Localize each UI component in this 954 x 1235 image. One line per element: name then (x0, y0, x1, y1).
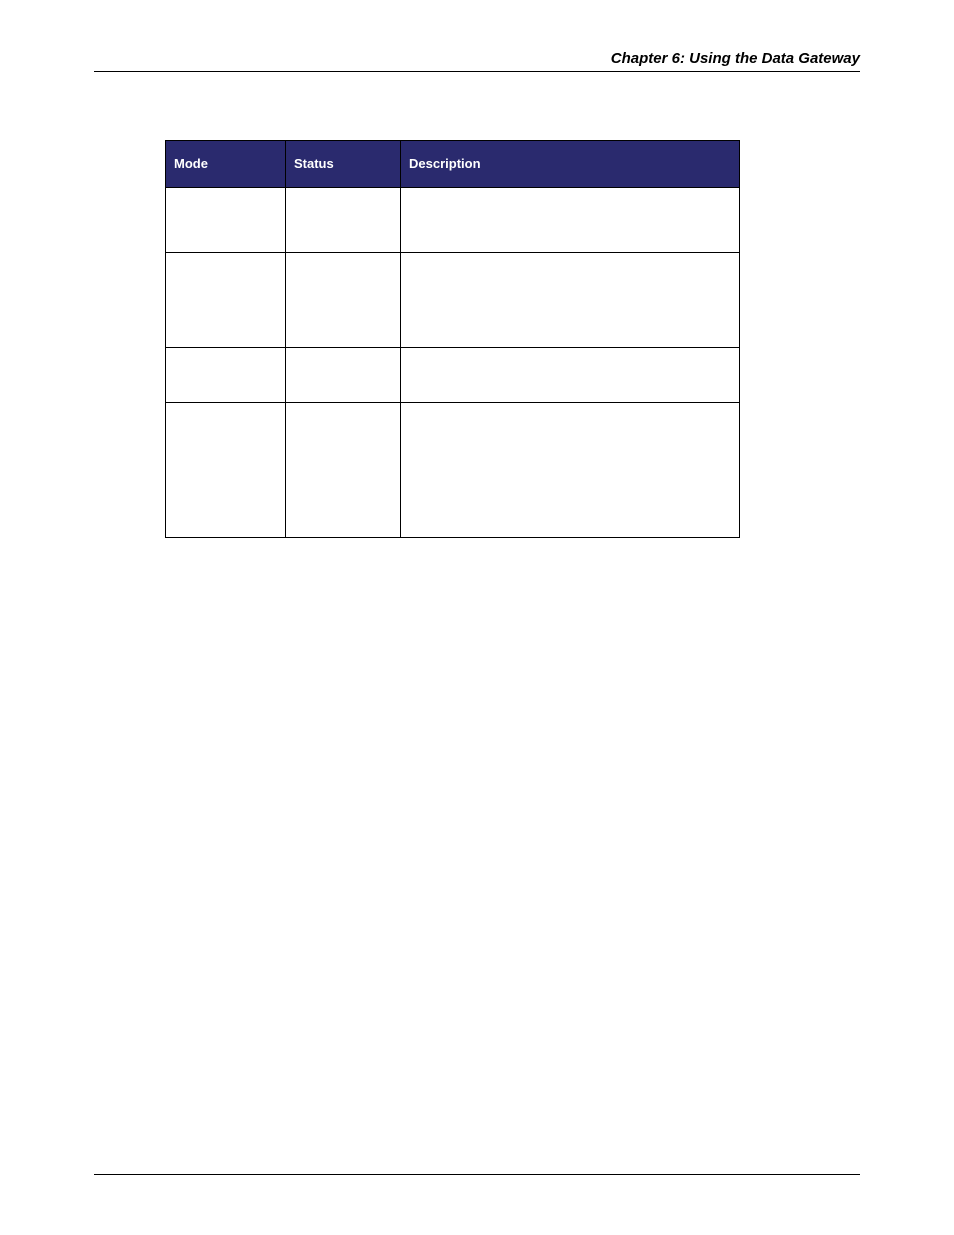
table-row (166, 187, 740, 252)
cell-description (401, 347, 740, 402)
cell-status (286, 347, 401, 402)
page-footer (94, 1174, 860, 1175)
cell-mode (166, 252, 286, 347)
cell-status (286, 187, 401, 252)
cell-description (401, 187, 740, 252)
page-header: Chapter 6: Using the Data Gateway (94, 50, 860, 72)
col-description: Description (401, 141, 740, 188)
col-status: Status (286, 141, 401, 188)
header-title: Chapter 6: Using the Data Gateway (94, 50, 860, 67)
col-mode: Mode (166, 141, 286, 188)
cell-mode (166, 402, 286, 537)
page: Chapter 6: Using the Data Gateway Mode S… (0, 0, 954, 1235)
table-row (166, 402, 740, 537)
status-table: Mode Status Description (165, 140, 740, 538)
header-rule (94, 71, 860, 72)
table-row (166, 252, 740, 347)
cell-description (401, 252, 740, 347)
content-area: Mode Status Description (165, 140, 740, 538)
table-row (166, 347, 740, 402)
cell-mode (166, 187, 286, 252)
cell-description (401, 402, 740, 537)
table-header-row: Mode Status Description (166, 141, 740, 188)
cell-status (286, 402, 401, 537)
cell-status (286, 252, 401, 347)
footer-rule (94, 1174, 860, 1175)
cell-mode (166, 347, 286, 402)
